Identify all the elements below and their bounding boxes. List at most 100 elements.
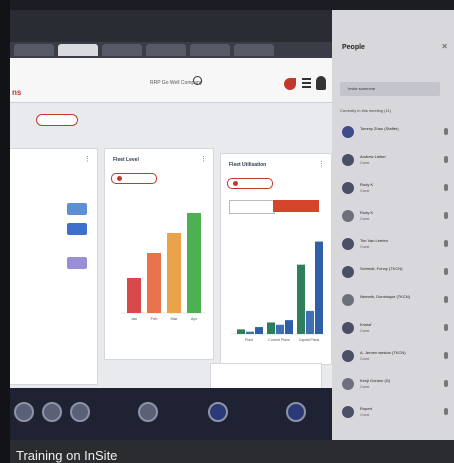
bar bbox=[167, 233, 181, 313]
filter-chip[interactable] bbox=[36, 114, 78, 126]
participant-avatar bbox=[342, 154, 354, 166]
participant-video[interactable] bbox=[286, 402, 306, 422]
app-brand: ns bbox=[12, 88, 22, 97]
mic-muted-icon[interactable] bbox=[444, 352, 448, 359]
bar bbox=[237, 329, 245, 334]
mic-muted-icon[interactable] bbox=[444, 324, 448, 331]
participant-avatar bbox=[342, 238, 354, 250]
mic-muted-icon[interactable] bbox=[444, 296, 448, 303]
participant-name: Nemeth, Dominique (TKCN) bbox=[360, 294, 411, 299]
shared-screen: ns RRP Go Well Company ⋮ Fleet Level ⋮ J… bbox=[10, 58, 332, 389]
participant-name: Rudy K bbox=[360, 210, 374, 215]
bar bbox=[127, 278, 141, 313]
left-card: ⋮ bbox=[10, 148, 98, 385]
bar bbox=[315, 241, 323, 334]
x-tick-label: Capital Plans bbox=[299, 338, 320, 342]
more-icon[interactable]: ⋮ bbox=[84, 155, 91, 163]
participant-video[interactable] bbox=[208, 402, 228, 422]
x-tick-label: Plant bbox=[245, 338, 253, 342]
participant-row[interactable]: Rupert Guest bbox=[332, 402, 454, 428]
card-filter-chip[interactable] bbox=[227, 178, 273, 189]
x-tick-label: Apr bbox=[191, 316, 198, 321]
mic-muted-icon[interactable] bbox=[444, 184, 448, 191]
meeting-section-label: Currently in this meeting (11) bbox=[340, 108, 392, 113]
video-strip bbox=[10, 388, 332, 440]
participant-name: Kenji Gordon (G) bbox=[360, 378, 391, 383]
menu-icon[interactable] bbox=[302, 78, 311, 88]
browser-tab-strip bbox=[10, 42, 332, 58]
card-filter-chip[interactable] bbox=[111, 173, 157, 184]
fleet-level-card: Fleet Level ⋮ Jan Feb Mar Apr bbox=[104, 148, 214, 360]
participant-row[interactable]: Rudy K Guest bbox=[332, 206, 454, 232]
fleet-level-chart: Jan Feb Mar Apr bbox=[121, 213, 205, 321]
participant-name: Andrew Lieber bbox=[360, 154, 386, 159]
participant-name: Schmidt, Funny (TKCN) bbox=[360, 266, 403, 271]
participant-role: Guest bbox=[360, 357, 370, 361]
bar bbox=[285, 320, 293, 334]
participant-role: Guest bbox=[360, 329, 370, 333]
fleet-utilisation-chart: Plant Current Plans Capital Plans bbox=[231, 241, 325, 342]
user-icon[interactable] bbox=[316, 76, 326, 90]
more-icon[interactable]: ⋮ bbox=[318, 160, 325, 168]
bottom-card bbox=[210, 363, 322, 389]
participant-row[interactable]: Tim Van Leeten Guest bbox=[332, 234, 454, 260]
participant-row[interactable]: Andrew Lieber Guest bbox=[332, 150, 454, 176]
bar bbox=[147, 253, 161, 313]
participant-video[interactable] bbox=[42, 402, 62, 422]
mic-muted-icon[interactable] bbox=[444, 156, 448, 163]
mic-muted-icon[interactable] bbox=[444, 240, 448, 247]
participant-row[interactable]: Kenji Gordon (G) Guest bbox=[332, 374, 454, 400]
participant-name: Tommy Zhao (Staffer) bbox=[360, 126, 399, 131]
close-icon[interactable]: ✕ bbox=[441, 42, 448, 51]
people-title: People bbox=[342, 44, 365, 51]
participant-row[interactable]: Rudy K Guest bbox=[332, 178, 454, 204]
participant-row[interactable]: Kristof Guest bbox=[332, 318, 454, 344]
average-toggle[interactable] bbox=[229, 200, 275, 214]
blue-button[interactable] bbox=[67, 223, 87, 235]
x-tick-label: Mar bbox=[171, 316, 179, 321]
x-tick-label: Feb bbox=[151, 316, 159, 321]
participant-row[interactable]: A. Jeroen weston (TKCN) Guest bbox=[332, 346, 454, 372]
bar bbox=[276, 324, 284, 334]
browser-tab[interactable] bbox=[102, 44, 142, 56]
mic-muted-icon[interactable] bbox=[444, 128, 448, 135]
participant-role: Guest bbox=[360, 189, 370, 193]
participant-video[interactable] bbox=[70, 402, 90, 422]
participant-name: A. Jeroen weston (TKCN) bbox=[360, 350, 406, 355]
bar bbox=[255, 327, 263, 334]
participant-avatar bbox=[342, 294, 354, 306]
mic-muted-icon[interactable] bbox=[444, 268, 448, 275]
participant-avatar bbox=[342, 322, 354, 334]
participant-row[interactable]: Tommy Zhao (Staffer) bbox=[332, 122, 454, 148]
participant-name: Rudy K bbox=[360, 182, 374, 187]
more-icon[interactable]: ⋮ bbox=[200, 155, 207, 163]
participant-row[interactable]: Nemeth, Dominique (TKCN) bbox=[332, 290, 454, 316]
browser-tab[interactable] bbox=[14, 44, 54, 56]
participant-video[interactable] bbox=[14, 402, 34, 422]
search-icon[interactable] bbox=[193, 76, 202, 85]
max-toggle[interactable] bbox=[273, 200, 319, 212]
lilac-button[interactable] bbox=[67, 257, 87, 269]
participant-row[interactable]: Schmidt, Funny (TKCN) bbox=[332, 262, 454, 288]
invite-input[interactable]: Invite someone bbox=[340, 82, 440, 96]
participant-role: Guest bbox=[360, 385, 370, 389]
people-panel: People ✕ Invite someone Currently in thi… bbox=[332, 10, 454, 440]
participant-video[interactable] bbox=[138, 402, 158, 422]
browser-tab[interactable] bbox=[146, 44, 186, 56]
mic-muted-icon[interactable] bbox=[444, 212, 448, 219]
participant-avatar bbox=[342, 126, 354, 138]
browser-tab-active[interactable] bbox=[58, 44, 98, 56]
caption-bar: Training on InSite bbox=[10, 440, 454, 463]
participant-name: Tim Van Leeten bbox=[360, 238, 388, 243]
participant-role: Guest bbox=[360, 245, 370, 249]
card-title: Fleet Level bbox=[113, 157, 139, 163]
browser-tab[interactable] bbox=[190, 44, 230, 56]
bar bbox=[297, 264, 305, 334]
caption-text: Training on InSite bbox=[16, 448, 118, 463]
browser-tab[interactable] bbox=[234, 44, 274, 56]
photo-frame: ns RRP Go Well Company ⋮ Fleet Level ⋮ J… bbox=[10, 10, 454, 440]
participant-avatar bbox=[342, 210, 354, 222]
mic-muted-icon[interactable] bbox=[444, 380, 448, 387]
mic-muted-icon[interactable] bbox=[444, 408, 448, 415]
blue-button[interactable] bbox=[67, 203, 87, 215]
